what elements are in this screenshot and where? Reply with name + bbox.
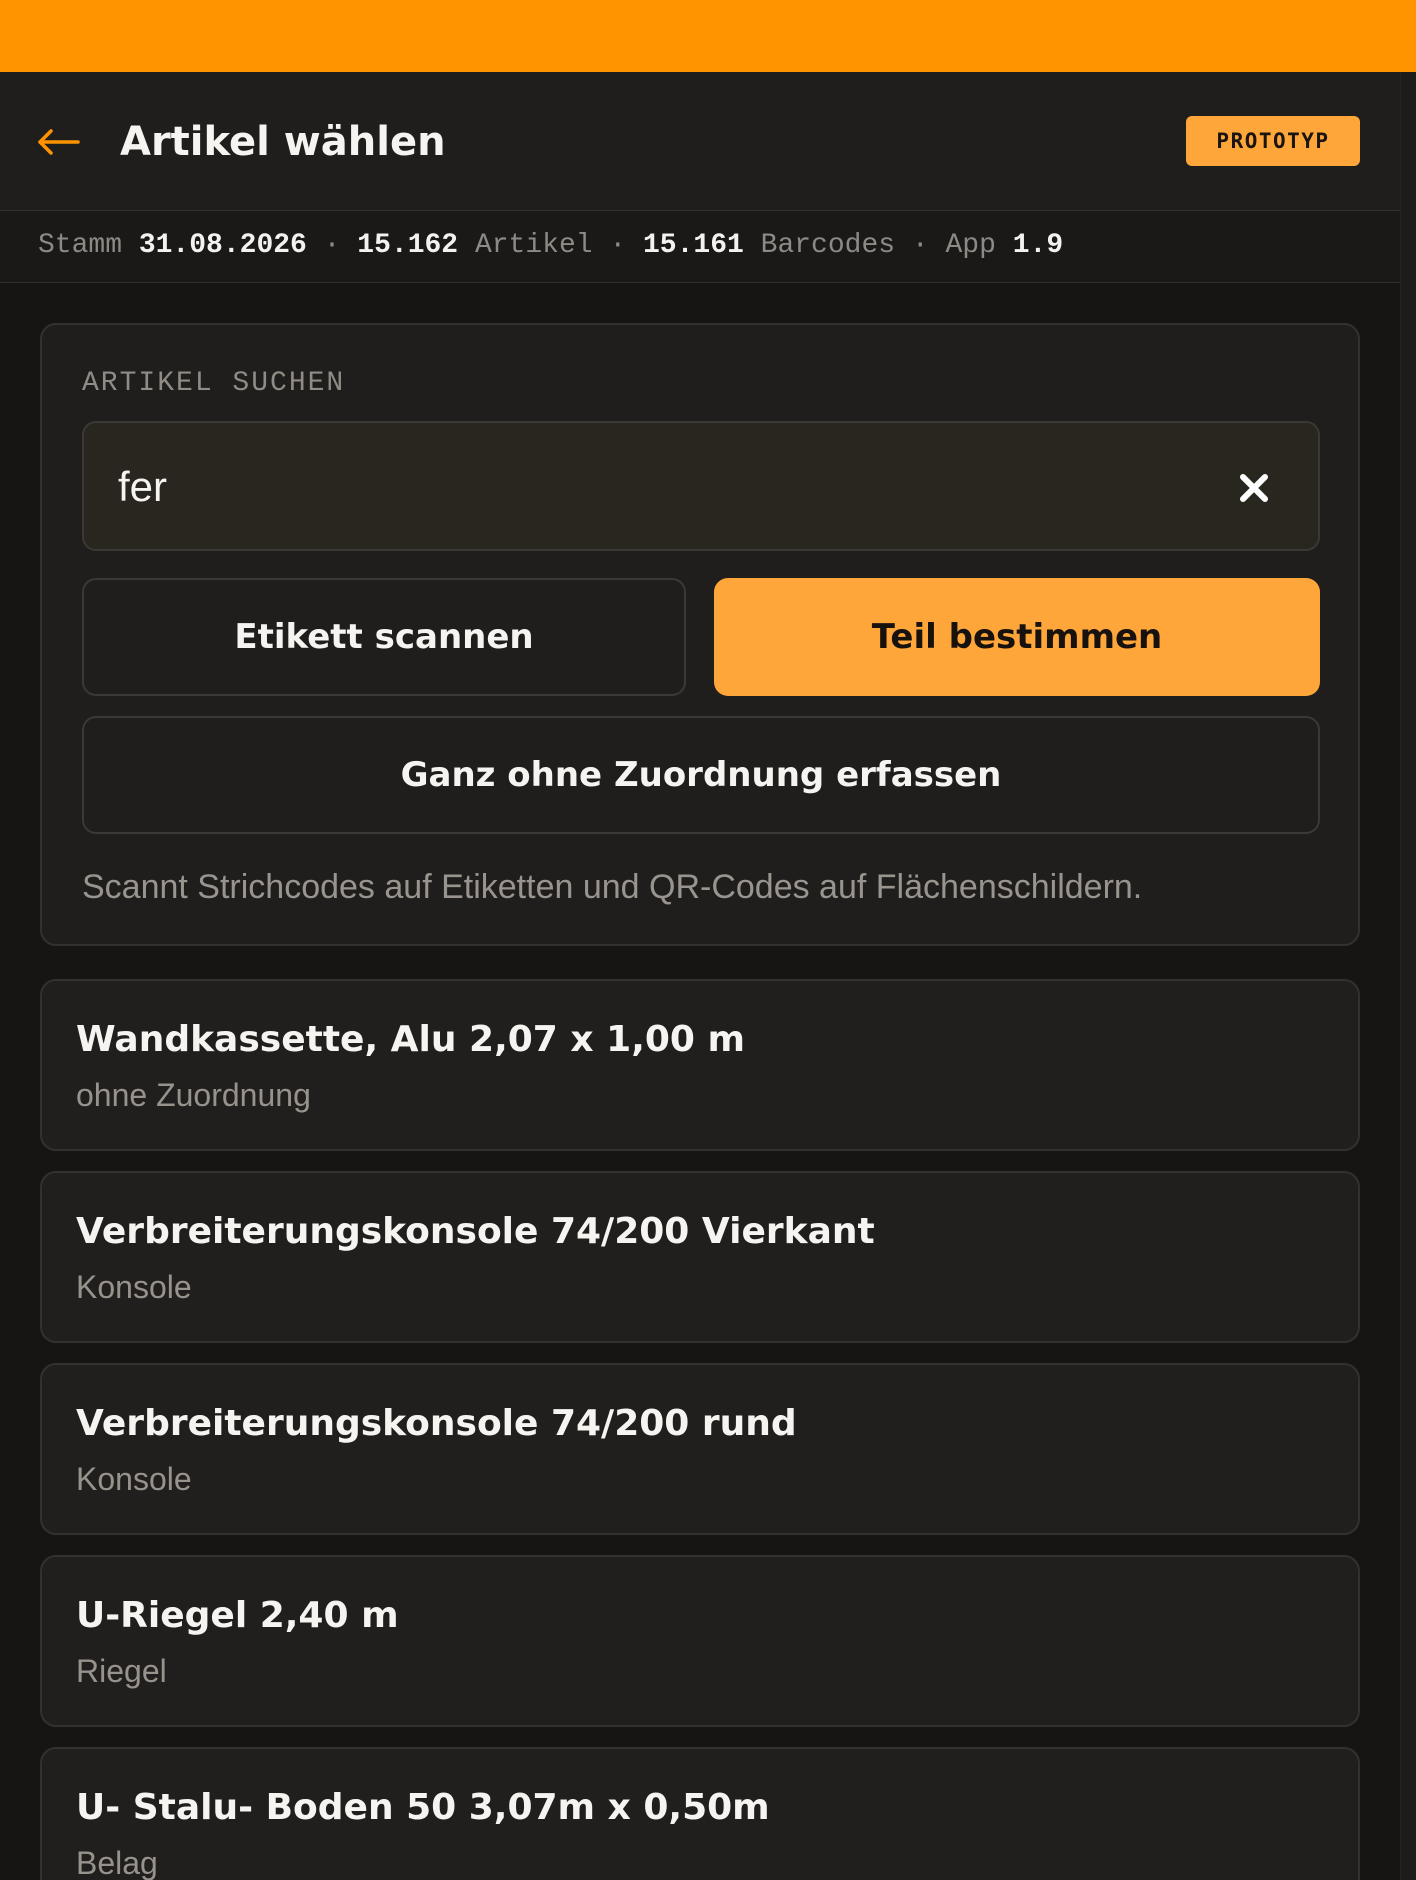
app-header: Artikel wählen PROTOTYP	[0, 72, 1400, 211]
artikel-label: Artikel	[474, 230, 593, 261]
arrow-left-icon[interactable]	[36, 122, 84, 162]
item-category: Belag	[76, 1845, 158, 1880]
close-icon[interactable]	[1234, 468, 1274, 508]
item-name: Verbreiterungskonsole 74/200 rund	[76, 1403, 797, 1444]
separator: ·	[609, 230, 627, 261]
search-card: ARTIKEL SUCHEN Etikett scannen Teil best…	[40, 323, 1360, 946]
stamm-label: Stamm	[38, 230, 123, 261]
scrollbar-track[interactable]	[1400, 72, 1416, 1880]
item-name: Wandkassette, Alu 2,07 x 1,00 m	[76, 1019, 746, 1060]
search-input[interactable]	[118, 445, 1158, 529]
item-category: Konsole	[76, 1461, 192, 1497]
separator: ·	[911, 230, 929, 261]
scan-label-button[interactable]: Etikett scannen	[82, 578, 686, 696]
search-field[interactable]	[82, 421, 1320, 551]
item-category: Riegel	[76, 1653, 167, 1689]
no-assignment-button[interactable]: Ganz ohne Zuordnung erfassen	[82, 716, 1320, 834]
item-name: Verbreiterungskonsole 74/200 Vierkant	[76, 1211, 875, 1252]
item-category: ohne Zuordnung	[76, 1077, 311, 1113]
app-label: App	[945, 230, 996, 261]
search-label: ARTIKEL SUCHEN	[82, 368, 346, 399]
identify-part-button[interactable]: Teil bestimmen	[714, 578, 1320, 696]
barcode-label: Barcodes	[760, 230, 896, 261]
accent-status-bar	[0, 0, 1416, 72]
app-version: 1.9	[1012, 230, 1064, 261]
stamm-date: 31.08.2026	[138, 230, 307, 261]
list-item[interactable]: Verbreiterungskonsole 74/200 rund Konsol…	[40, 1363, 1360, 1535]
scan-hint: Scannt Strichcodes auf Etiketten und QR-…	[82, 868, 1143, 906]
artikel-count: 15.162	[357, 230, 459, 261]
prototype-badge: PROTOTYP	[1186, 116, 1360, 166]
list-item[interactable]: U-Riegel 2,40 m Riegel	[40, 1555, 1360, 1727]
item-name: U-Riegel 2,40 m	[76, 1595, 399, 1636]
item-category: Konsole	[76, 1269, 192, 1305]
barcode-count: 15.161	[643, 230, 744, 261]
page-title: Artikel wählen	[120, 119, 446, 165]
list-item[interactable]: Wandkassette, Alu 2,07 x 1,00 m ohne Zuo…	[40, 979, 1360, 1151]
app-screen: Artikel wählen PROTOTYP Stamm 31.08.2026…	[0, 0, 1416, 1880]
separator: ·	[323, 230, 341, 261]
list-item[interactable]: Verbreiterungskonsole 74/200 Vierkant Ko…	[40, 1171, 1360, 1343]
master-data-status: Stamm 31.08.2026 · 15.162 Artikel · 15.1…	[0, 211, 1400, 283]
list-item[interactable]: U- Stalu- Boden 50 3,07m x 0,50m Belag	[40, 1747, 1360, 1880]
item-name: U- Stalu- Boden 50 3,07m x 0,50m	[76, 1787, 770, 1828]
